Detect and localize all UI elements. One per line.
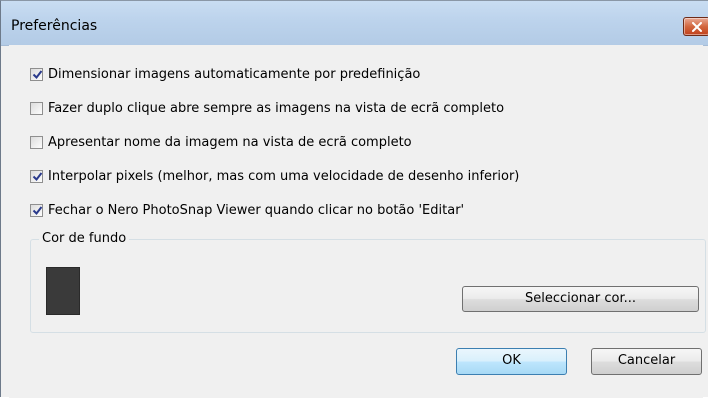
option-label: Fechar o Nero PhotoSnap Viewer quando cl… bbox=[48, 202, 465, 218]
option-auto-scale[interactable]: Dimensionar imagens automaticamente por … bbox=[30, 65, 420, 83]
option-label: Fazer duplo clique abre sempre as imagen… bbox=[48, 100, 505, 116]
select-color-button[interactable]: Seleccionar cor... bbox=[462, 286, 699, 312]
checkbox[interactable] bbox=[30, 203, 43, 217]
checkmark-icon bbox=[32, 69, 43, 79]
group-label: Cor de fundo bbox=[39, 231, 130, 246]
dialog-content: Dimensionar imagens automaticamente por … bbox=[9, 45, 706, 398]
checkmark-icon bbox=[32, 171, 43, 181]
ok-button[interactable]: OK bbox=[456, 348, 567, 375]
option-show-image-name[interactable]: Apresentar nome da imagem na vista de ec… bbox=[30, 133, 412, 151]
option-label: Interpolar pixels (melhor, mas com uma v… bbox=[48, 168, 520, 184]
option-double-click-fullscreen[interactable]: Fazer duplo clique abre sempre as imagen… bbox=[30, 99, 504, 117]
checkbox[interactable] bbox=[30, 101, 43, 115]
cancel-button[interactable]: Cancelar bbox=[591, 348, 702, 375]
option-label: Dimensionar imagens automaticamente por … bbox=[48, 66, 421, 82]
checkmark-icon bbox=[32, 205, 43, 215]
option-label: Apresentar nome da imagem na vista de ec… bbox=[48, 134, 412, 150]
title-bar: Preferências bbox=[1, 1, 708, 46]
checkbox[interactable] bbox=[30, 135, 43, 149]
background-color-group: Cor de fundo Seleccionar cor... bbox=[30, 231, 706, 333]
option-close-on-edit[interactable]: Fechar o Nero PhotoSnap Viewer quando cl… bbox=[30, 201, 464, 219]
preferences-dialog: Preferências Dimensionar imagens automat… bbox=[0, 0, 708, 398]
close-icon bbox=[692, 22, 702, 32]
option-interpolate-pixels[interactable]: Interpolar pixels (melhor, mas com uma v… bbox=[30, 167, 519, 185]
close-button[interactable] bbox=[683, 17, 708, 36]
checkbox[interactable] bbox=[30, 169, 43, 183]
checkbox[interactable] bbox=[30, 67, 43, 81]
color-swatch bbox=[46, 267, 80, 315]
window-title: Preferências bbox=[11, 18, 98, 34]
